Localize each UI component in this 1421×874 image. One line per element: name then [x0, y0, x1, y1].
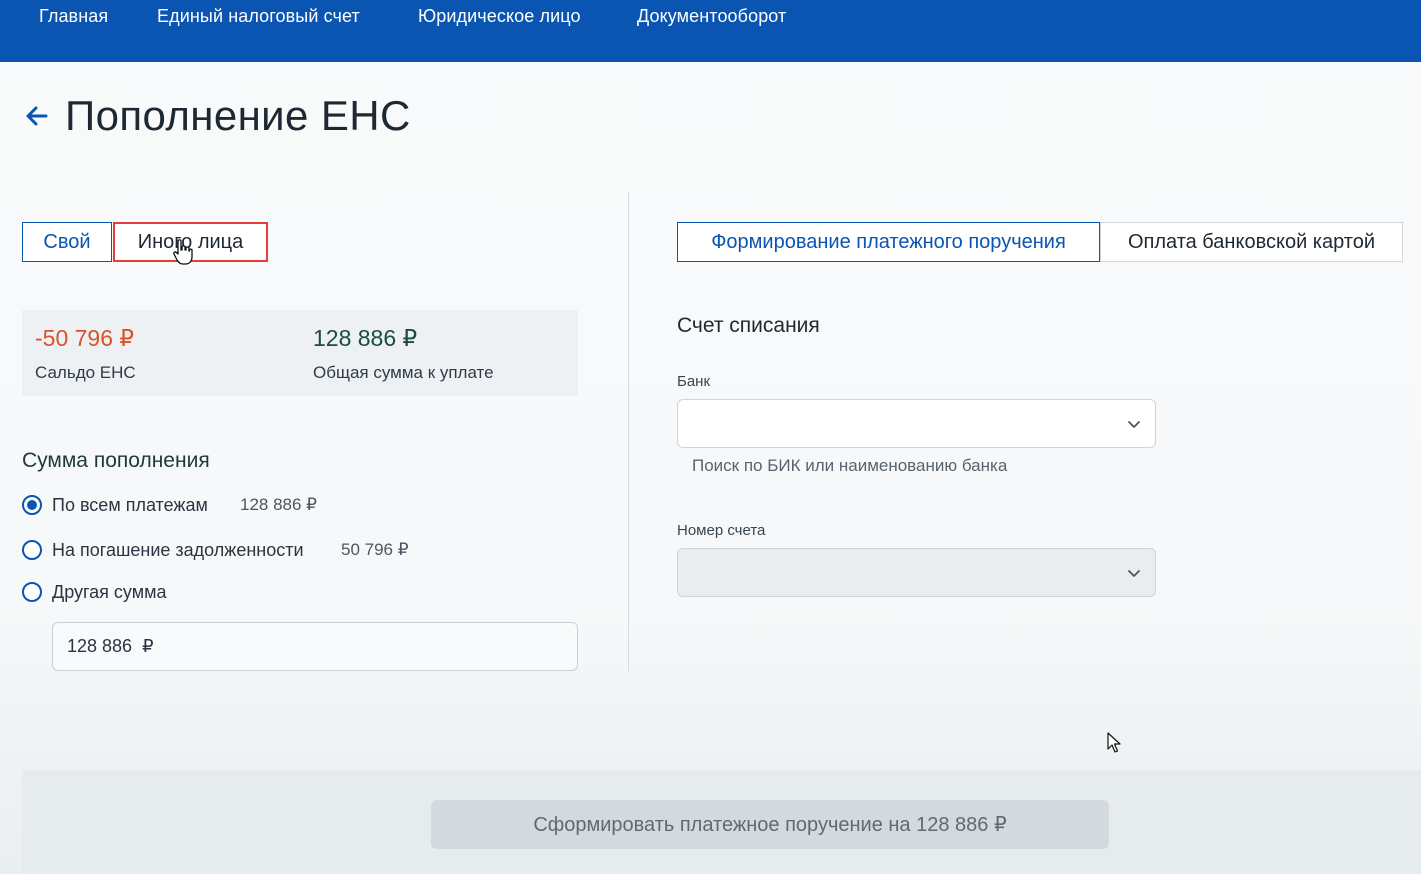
column-divider: [628, 192, 629, 672]
nav-item-ens[interactable]: Единый налоговый счет: [157, 6, 360, 27]
tab-payment-order[interactable]: Формирование платежного поручения: [677, 222, 1100, 262]
radio-label: Другая сумма: [52, 581, 167, 602]
amount-section-title: Сумма пополнения: [22, 449, 210, 472]
total-value: 128 886 ₽: [313, 325, 418, 351]
amount-input-value: 128 886 ₽: [67, 636, 154, 656]
radio-all-payments[interactable]: По всем платежам: [22, 493, 208, 517]
chevron-down-icon: [1128, 570, 1140, 577]
radio-amount: 128 886 ₽: [240, 495, 317, 514]
tab-card-payment[interactable]: Оплата банковской картой: [1100, 222, 1403, 262]
nav-item-home[interactable]: Главная: [39, 6, 108, 27]
amount-input[interactable]: 128 886 ₽: [52, 622, 578, 671]
chevron-down-icon: [1128, 421, 1140, 428]
page-title: Пополнение ЕНС: [65, 92, 411, 139]
bank-select[interactable]: [677, 399, 1156, 448]
saldo-label: Сальдо ЕНС: [35, 363, 136, 382]
account-section-title: Счет списания: [677, 314, 820, 337]
top-nav: Главная Единый налоговый счет Юридическо…: [0, 0, 1421, 62]
nav-item-documents[interactable]: Документооборот: [637, 6, 786, 27]
radio-button[interactable]: [22, 582, 42, 602]
account-number-label: Номер счета: [677, 522, 766, 539]
radio-amount: 50 796 ₽: [341, 540, 409, 559]
radio-button[interactable]: [22, 495, 42, 515]
balance-summary: -50 796 ₽ Сальдо ЕНС 128 886 ₽ Общая сум…: [22, 310, 578, 396]
bank-label: Банк: [677, 373, 711, 390]
radio-debt[interactable]: На погашение задолженности: [22, 538, 304, 562]
hand-cursor-icon: [172, 238, 194, 266]
create-payment-order-button[interactable]: Сформировать платежное поручение на 128 …: [431, 800, 1109, 849]
radio-button[interactable]: [22, 540, 42, 560]
total-label: Общая сумма к уплате: [313, 363, 494, 382]
tab-self[interactable]: Свой: [22, 222, 112, 262]
bank-hint: Поиск по БИК или наименованию банка: [692, 456, 1008, 475]
saldo-value: -50 796 ₽: [35, 325, 135, 351]
radio-label: На погашение задолженности: [52, 539, 304, 560]
mouse-pointer-icon: [1107, 732, 1121, 754]
arrow-left-icon[interactable]: [22, 101, 52, 131]
nav-item-legal-entity[interactable]: Юридическое лицо: [418, 6, 581, 27]
radio-other-amount[interactable]: Другая сумма: [22, 580, 167, 604]
radio-label: По всем платежам: [52, 494, 208, 515]
account-number-select[interactable]: [677, 548, 1156, 597]
